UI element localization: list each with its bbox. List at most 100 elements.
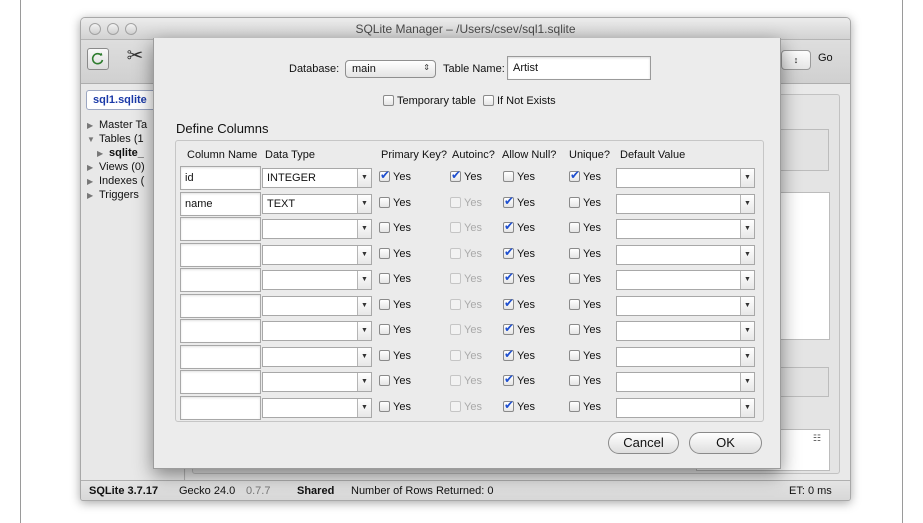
data-type-combo[interactable]: ▼ bbox=[262, 295, 372, 316]
dropdown-arrow-icon[interactable]: ▼ bbox=[740, 373, 754, 391]
primary-key-checkbox[interactable]: Yes bbox=[379, 222, 411, 234]
dropdown-arrow-icon[interactable]: ▼ bbox=[357, 296, 371, 315]
default-value-combo[interactable]: ▼ bbox=[616, 295, 755, 316]
allow-null-checkbox[interactable]: Yes bbox=[503, 321, 535, 336]
dropdown-arrow-icon[interactable]: ▼ bbox=[740, 271, 754, 289]
unique-checkbox[interactable]: Yes bbox=[569, 349, 601, 362]
data-type-combo[interactable]: ▼ bbox=[262, 321, 372, 341]
unique-checkbox[interactable]: Yes bbox=[569, 324, 601, 336]
column-name-input[interactable] bbox=[180, 370, 261, 394]
data-type-combo[interactable]: ▼ bbox=[262, 397, 372, 418]
unique-checkbox[interactable]: Yes bbox=[569, 375, 601, 387]
primary-key-checkbox[interactable]: Yes bbox=[379, 324, 411, 336]
disclosure-open-icon[interactable]: ▼ bbox=[87, 133, 99, 146]
dropdown-arrow-icon[interactable]: ▼ bbox=[357, 220, 371, 238]
column-name-input[interactable]: id bbox=[180, 166, 261, 190]
default-value-combo[interactable]: ▼ bbox=[616, 219, 755, 239]
dropdown-arrow-icon[interactable]: ▼ bbox=[357, 322, 371, 340]
primary-key-checkbox[interactable]: Yes bbox=[379, 400, 411, 413]
unique-checkbox[interactable]: Yes bbox=[569, 273, 601, 285]
data-type-combo[interactable]: ▼ bbox=[262, 372, 372, 392]
data-type-combo[interactable]: TEXT ▼ bbox=[262, 193, 372, 214]
allow-null-checkbox[interactable]: Yes bbox=[503, 194, 535, 209]
primary-key-checkbox[interactable]: Yes bbox=[379, 196, 411, 209]
ok-button[interactable]: OK bbox=[689, 432, 762, 454]
dropdown-arrow-icon[interactable]: ▼ bbox=[740, 296, 754, 315]
dropdown-arrow-icon[interactable]: ▼ bbox=[740, 245, 754, 264]
primary-key-checkbox[interactable]: Yes bbox=[379, 168, 411, 183]
column-name-input[interactable] bbox=[180, 344, 261, 369]
dropdown-arrow-icon[interactable]: ▼ bbox=[740, 322, 754, 340]
database-select[interactable]: main ⇕ bbox=[345, 60, 436, 78]
default-value-combo[interactable]: ▼ bbox=[616, 372, 755, 392]
column-name-input[interactable] bbox=[180, 395, 261, 420]
scissors-tools-icon[interactable]: ✂ bbox=[123, 44, 147, 68]
dropdown-arrow-icon[interactable]: ▼ bbox=[357, 194, 371, 213]
allow-null-checkbox[interactable]: Yes bbox=[503, 372, 535, 387]
table-name-input[interactable]: Artist bbox=[507, 56, 651, 80]
allow-null-checkbox[interactable]: Yes bbox=[503, 245, 535, 260]
sidebar-tree-label: Tables (1 bbox=[99, 133, 144, 145]
dropdown-arrow-icon[interactable]: ▼ bbox=[740, 347, 754, 366]
query-select[interactable]: ↕ bbox=[781, 50, 811, 70]
cancel-button[interactable]: Cancel bbox=[608, 432, 679, 454]
disclosure-closed-icon[interactable]: ▶ bbox=[87, 189, 99, 202]
allow-null-checkbox[interactable]: Yes bbox=[503, 296, 535, 311]
refresh-button[interactable] bbox=[87, 48, 109, 70]
default-value-combo[interactable]: ▼ bbox=[616, 244, 755, 265]
autoinc-checkbox: Yes bbox=[450, 324, 482, 336]
allow-null-checkbox[interactable]: Yes bbox=[503, 219, 535, 234]
dropdown-arrow-icon[interactable]: ▼ bbox=[357, 245, 371, 264]
temporary-table-checkbox[interactable]: Temporary table bbox=[383, 95, 476, 107]
column-name-input[interactable] bbox=[180, 293, 261, 318]
unique-checkbox[interactable]: Yes bbox=[569, 298, 601, 311]
autoinc-checkbox: Yes bbox=[450, 298, 482, 311]
allow-null-checkbox[interactable]: Yes bbox=[503, 171, 535, 183]
column-name-input[interactable] bbox=[180, 268, 261, 292]
dropdown-arrow-icon[interactable]: ▼ bbox=[357, 169, 371, 187]
disclosure-closed-icon[interactable]: ▶ bbox=[87, 175, 99, 188]
disclosure-closed-icon[interactable]: ▶ bbox=[87, 119, 99, 132]
dropdown-arrow-icon[interactable]: ▼ bbox=[740, 398, 754, 417]
allow-null-checkbox[interactable]: Yes bbox=[503, 270, 535, 285]
dropdown-arrow-icon[interactable]: ▼ bbox=[740, 169, 754, 187]
column-name-input[interactable] bbox=[180, 319, 261, 343]
primary-key-checkbox[interactable]: Yes bbox=[379, 375, 411, 387]
default-value-combo[interactable]: ▼ bbox=[616, 346, 755, 367]
primary-key-checkbox[interactable]: Yes bbox=[379, 349, 411, 362]
autoinc-checkbox[interactable]: Yes bbox=[450, 168, 482, 183]
dropdown-arrow-icon[interactable]: ▼ bbox=[357, 398, 371, 417]
column-name-input[interactable] bbox=[180, 217, 261, 241]
allow-null-checkbox[interactable]: Yes bbox=[503, 398, 535, 413]
default-value-combo[interactable]: ▼ bbox=[616, 321, 755, 341]
unique-checkbox[interactable]: Yes bbox=[569, 196, 601, 209]
default-value-combo[interactable]: ▼ bbox=[616, 193, 755, 214]
primary-key-checkbox[interactable]: Yes bbox=[379, 273, 411, 285]
default-value-combo[interactable]: ▼ bbox=[616, 397, 755, 418]
data-type-combo[interactable]: ▼ bbox=[262, 219, 372, 239]
go-button[interactable]: Go bbox=[818, 52, 833, 64]
allow-null-checkbox[interactable]: Yes bbox=[503, 347, 535, 362]
dropdown-arrow-icon[interactable]: ▼ bbox=[357, 373, 371, 391]
disclosure-closed-icon[interactable]: ▶ bbox=[97, 147, 109, 160]
unique-checkbox[interactable]: Yes bbox=[569, 168, 601, 183]
data-type-combo[interactable]: ▼ bbox=[262, 270, 372, 290]
unique-checkbox[interactable]: Yes bbox=[569, 222, 601, 234]
data-type-combo[interactable]: INTEGER ▼ bbox=[262, 168, 372, 188]
column-name-input[interactable] bbox=[180, 242, 261, 267]
unique-checkbox[interactable]: Yes bbox=[569, 247, 601, 260]
default-value-combo[interactable]: ▼ bbox=[616, 168, 755, 188]
unique-checkbox[interactable]: Yes bbox=[569, 400, 601, 413]
disclosure-closed-icon[interactable]: ▶ bbox=[87, 161, 99, 174]
dropdown-arrow-icon[interactable]: ▼ bbox=[740, 220, 754, 238]
dropdown-arrow-icon[interactable]: ▼ bbox=[357, 271, 371, 289]
primary-key-checkbox[interactable]: Yes bbox=[379, 298, 411, 311]
default-value-combo[interactable]: ▼ bbox=[616, 270, 755, 290]
dropdown-arrow-icon[interactable]: ▼ bbox=[740, 194, 754, 213]
primary-key-checkbox[interactable]: Yes bbox=[379, 247, 411, 260]
column-name-input[interactable]: name bbox=[180, 191, 261, 216]
data-type-combo[interactable]: ▼ bbox=[262, 346, 372, 367]
dropdown-arrow-icon[interactable]: ▼ bbox=[357, 347, 371, 366]
data-type-combo[interactable]: ▼ bbox=[262, 244, 372, 265]
if-not-exists-checkbox[interactable]: If Not Exists bbox=[483, 95, 556, 107]
